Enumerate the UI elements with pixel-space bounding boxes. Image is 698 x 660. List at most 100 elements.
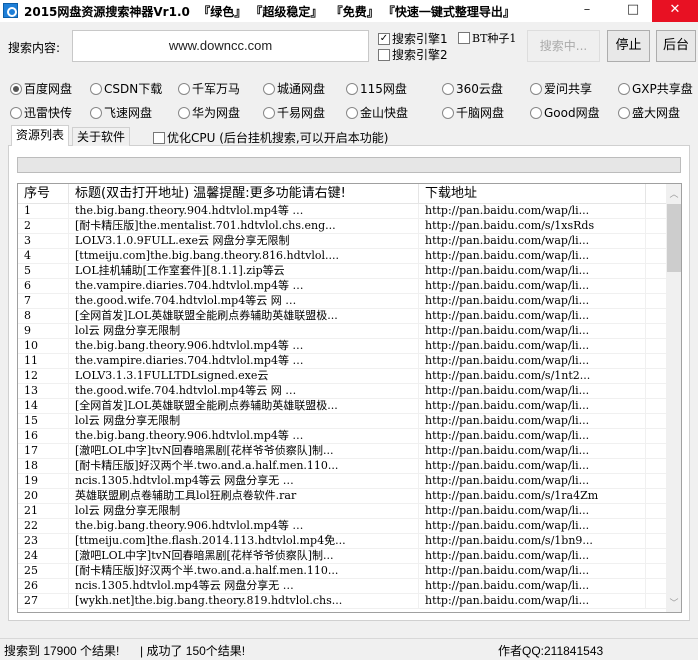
source-radio[interactable]: 115网盘 xyxy=(346,80,407,97)
source-radio[interactable]: Good网盘 xyxy=(530,104,600,121)
engine1-checkbox[interactable]: ✓ 搜索引擎1 xyxy=(378,30,448,47)
cell-title: [澈吧LOL中字]tvN回春暗黑剧[花样爷爷侦察队]制... xyxy=(69,444,419,458)
source-radio[interactable]: 华为网盘 xyxy=(178,104,240,121)
cell-empty xyxy=(646,324,666,338)
optimize-cpu-checkbox[interactable]: 优化CPU (后台挂机搜索,可以开启本功能) xyxy=(153,129,388,146)
source-radio[interactable]: 爱问共享 xyxy=(530,80,592,97)
source-radio[interactable]: 360云盘 xyxy=(442,80,503,97)
cell-index: 22 xyxy=(18,519,69,533)
table-row[interactable]: 8 [全网首发]LOL英雄联盟全能刷点券辅助英雄联盟极... http://pan.… xyxy=(18,309,666,324)
table-row[interactable]: 25 [耐卡精压版]好汉两个半.two.and.a.half.men.110...… xyxy=(18,564,666,579)
source-radio[interactable]: 城通网盘 xyxy=(263,80,325,97)
column-header-index[interactable]: 序号 xyxy=(18,184,69,203)
table-row[interactable]: 27 [wykh.net]the.big.bang.theory.819.hdtv… xyxy=(18,594,666,609)
vertical-scrollbar[interactable]: ︿ ﹀ xyxy=(666,184,681,612)
table-row[interactable]: 19 ncis.1305.hdtvlol.mp4等云 网盘分享无 … http://… xyxy=(18,474,666,489)
scroll-up-icon[interactable]: ︿ xyxy=(666,187,681,200)
table-row[interactable]: 2 [耐卡精压版]the.mentalist.701.hdtvlol.chs.en… xyxy=(18,219,666,234)
table-row[interactable]: 16 the.big.bang.theory.906.hdtvlol.mp4等 …… xyxy=(18,429,666,444)
table-row[interactable]: 12 LOLV3.1.3.1FULLTDLsigned.exe云 http://pa… xyxy=(18,369,666,384)
source-label: 360云盘 xyxy=(456,82,503,96)
stop-button[interactable]: 停止 xyxy=(607,30,650,62)
status-bar: 搜索到 17900 个结果! | 成功了 150个结果! 作者QQ:211841… xyxy=(0,638,698,660)
table-row[interactable]: 26 ncis.1305.hdtvlol.mp4等云 网盘分享无 … http://… xyxy=(18,579,666,594)
source-label: 城通网盘 xyxy=(277,82,326,96)
table-row[interactable]: 15 lol云 网盘分享无限制 http://pan.baidu.com/wap/l… xyxy=(18,414,666,429)
table-row[interactable]: 22 the.big.bang.theory.906.hdtvlol.mp4等 …… xyxy=(18,519,666,534)
cell-index: 19 xyxy=(18,474,69,488)
table-row[interactable]: 6 the.vampire.diaries.704.hdtvlol.mp4等 … h… xyxy=(18,279,666,294)
app-icon xyxy=(3,3,18,18)
cell-url: http://pan.baidu.com/wap/li... xyxy=(419,249,646,263)
tab-about[interactable]: 关于软件 xyxy=(72,127,131,146)
cell-index: 1 xyxy=(18,204,69,218)
source-label: 华为网盘 xyxy=(192,106,241,120)
table-row[interactable]: 9 lol云 网盘分享无限制 http://pan.baidu.com/wap/li… xyxy=(18,324,666,339)
minimize-button[interactable]: – xyxy=(570,0,604,22)
cell-title: the.good.wife.704.hdtvlol.mp4等云 网 … xyxy=(69,294,419,308)
cell-url: http://pan.baidu.com/s/1bn9... xyxy=(419,534,646,548)
cell-title: the.big.bang.theory.906.hdtvlol.mp4等 … xyxy=(69,429,419,443)
cell-url: http://pan.baidu.com/wap/li... xyxy=(419,474,646,488)
cell-title: ncis.1305.hdtvlol.mp4等云 网盘分享无 … xyxy=(69,474,419,488)
radio-icon xyxy=(10,82,22,95)
source-radio[interactable]: 盛大网盘 xyxy=(618,104,680,121)
source-radio[interactable]: 飞速网盘 xyxy=(90,104,152,121)
table-row[interactable]: 10 the.big.bang.theory.906.hdtvlol.mp4等 …… xyxy=(18,339,666,354)
search-input[interactable]: www.downcc.com xyxy=(72,30,369,62)
cell-empty xyxy=(646,564,666,578)
table-row[interactable]: 17 [澈吧LOL中字]tvN回春暗黑剧[花样爷爷侦察队]制... http://p… xyxy=(18,444,666,459)
cell-index: 4 xyxy=(18,249,69,263)
scrollbar-thumb[interactable] xyxy=(667,204,681,272)
search-button[interactable]: 搜索中... xyxy=(527,30,600,62)
progress-bar xyxy=(17,157,681,173)
table-row[interactable]: 11 the.vampire.diaries.704.hdtvlol.mp4等 …… xyxy=(18,354,666,369)
background-button[interactable]: 后台 xyxy=(656,30,696,62)
table-row[interactable]: 21 lol云 网盘分享无限制 http://pan.baidu.com/wap/l… xyxy=(18,504,666,519)
source-radio[interactable]: 千军万马 xyxy=(178,80,240,97)
source-radio[interactable]: 金山快盘 xyxy=(346,104,408,121)
table-row[interactable]: 18 [耐卡精压版]好汉两个半.two.and.a.half.men.110...… xyxy=(18,459,666,474)
source-radio[interactable]: 千易网盘 xyxy=(263,104,325,121)
column-header-title[interactable]: 标题(双击打开地址) 温馨提醒:更多功能请右键! xyxy=(69,184,419,203)
cell-empty xyxy=(646,444,666,458)
maximize-button[interactable]: □ xyxy=(616,0,650,22)
table-row[interactable]: 1 the.big.bang.theory.904.hdtvlol.mp4等 … h… xyxy=(18,204,666,219)
cell-empty xyxy=(646,309,666,323)
cell-index: 15 xyxy=(18,414,69,428)
cell-empty xyxy=(646,264,666,278)
source-radio[interactable]: 千脑网盘 xyxy=(442,104,504,121)
source-radio[interactable]: 百度网盘 xyxy=(10,80,72,97)
radio-icon xyxy=(442,106,454,119)
cell-empty xyxy=(646,579,666,593)
source-radio[interactable]: 迅雷快传 xyxy=(10,104,72,121)
table-row[interactable]: 13 the.good.wife.704.hdtvlol.mp4等云 网 … htt… xyxy=(18,384,666,399)
cell-index: 5 xyxy=(18,264,69,278)
table-row[interactable]: 7 the.good.wife.704.hdtvlol.mp4等云 网 … http… xyxy=(18,294,666,309)
table-row[interactable]: 24 [澈吧LOL中字]tvN回春暗黑剧[花样爷爷侦察队]制... http://p… xyxy=(18,549,666,564)
table-row[interactable]: 3 LOLV3.1.0.9FULL.exe云 网盘分享无限制 http://pan.… xyxy=(18,234,666,249)
radio-icon xyxy=(263,82,275,95)
table-row[interactable]: 23 [ttmeiju.com]the.flash.2014.113.hdtvlo… xyxy=(18,534,666,549)
status-author: 作者QQ:211841543 xyxy=(498,644,604,658)
table-row[interactable]: 20 英雄联盟刷点卷辅助工具lol狂刷点卷软件.rar http://pan.bai… xyxy=(18,489,666,504)
table-row[interactable]: 14 [全网首发]LOL英雄联盟全能刷点券辅助英雄联盟极... http://pan… xyxy=(18,399,666,414)
scroll-down-icon[interactable]: ﹀ xyxy=(666,596,681,609)
tab-resource-list[interactable]: 资源列表 xyxy=(11,125,70,146)
table-row[interactable]: 5 LOL挂机辅助[工作室套件][8.1.1].zip等云 http://pan.b… xyxy=(18,264,666,279)
column-header-url[interactable]: 下载地址 xyxy=(419,184,646,203)
close-button[interactable]: ✕ xyxy=(652,0,698,22)
cell-index: 3 xyxy=(18,234,69,248)
engine2-checkbox[interactable]: 搜索引擎2 xyxy=(378,46,448,63)
radio-icon xyxy=(530,82,542,95)
source-radio[interactable]: GXP共享盘 xyxy=(618,80,693,97)
bt-checkbox[interactable]: BT种子1 xyxy=(458,30,516,46)
table-row[interactable]: 4 [ttmeiju.com]the.big.bang.theory.816.hd… xyxy=(18,249,666,264)
checkbox-box xyxy=(458,32,470,44)
source-label: 飞速网盘 xyxy=(104,106,153,120)
cell-index: 20 xyxy=(18,489,69,503)
cell-url: http://pan.baidu.com/wap/li... xyxy=(419,429,646,443)
radio-icon xyxy=(263,106,275,119)
source-radio[interactable]: CSDN下载 xyxy=(90,80,162,97)
radio-icon xyxy=(442,82,454,95)
